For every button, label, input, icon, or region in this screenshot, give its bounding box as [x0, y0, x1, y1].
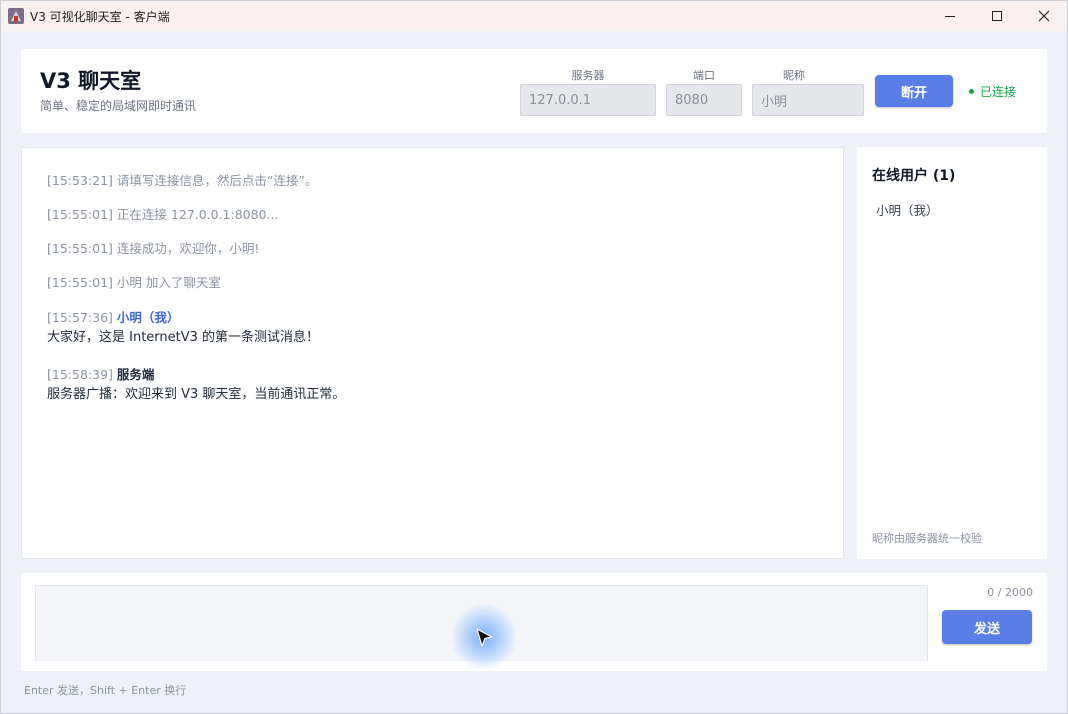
users-footnote: 昵称由服务器统一校验 — [872, 532, 982, 545]
close-button[interactable] — [1020, 1, 1067, 31]
message-time: [15:53:21] — [47, 173, 113, 188]
system-message: [15:55:01] 小明 加入了聊天室 — [47, 272, 221, 291]
title-bar[interactable]: V3 可视化聊天室 - 客户端 — [1, 1, 1067, 31]
app-icon — [8, 8, 24, 24]
send-button[interactable]: 发送 — [942, 610, 1032, 644]
maximize-icon — [991, 11, 1002, 21]
online-users-panel: 在线用户 (1) 小明（我） 昵称由服务器统一校验 — [857, 147, 1047, 559]
message-time: [15:55:01] — [47, 275, 113, 290]
message-text: 连接成功，欢迎你，小明! — [116, 241, 260, 256]
chat-message-body: 服务器广播：欢迎来到 V3 聊天室，当前通讯正常。 — [47, 387, 346, 402]
system-message: [15:55:01] 正在连接 127.0.0.1:8080... — [47, 204, 278, 223]
close-icon — [1038, 10, 1049, 22]
minimize-icon — [944, 15, 955, 17]
nickname-label: 昵称 — [783, 69, 805, 82]
chat-message-header: [15:58:39] 服务端 — [47, 364, 154, 383]
message-text: 小明 加入了聊天室 — [116, 275, 221, 290]
message-time: [15:58:39] — [47, 367, 113, 382]
message-time: [15:55:01] — [47, 207, 113, 222]
connection-header: V3 聊天室 简单、稳定的局域网即时通讯 服务器 端口 昵称 断开 已连接 — [21, 49, 1047, 133]
message-log[interactable]: [15:53:21] 请填写连接信息，然后点击“连接”。 [15:55:01] … — [21, 147, 844, 559]
status-text: 已连接 — [980, 85, 1017, 99]
composer: 0 / 2000 发送 — [21, 573, 1047, 671]
chat-client-window: V3 可视化聊天室 - 客户端 V3 聊天室 简单、稳定的局域网即时通讯 服务器… — [0, 0, 1068, 714]
message-sender: 服务端 — [116, 367, 155, 382]
message-text: 请填写连接信息，然后点击“连接”。 — [116, 173, 318, 188]
mouse-pointer-icon — [476, 628, 493, 647]
connection-status: 已连接 — [969, 83, 1016, 100]
message-time: [15:57:36] — [47, 310, 113, 325]
server-input[interactable] — [520, 84, 656, 116]
system-message: [15:53:21] 请填写连接信息，然后点击“连接”。 — [47, 170, 317, 189]
window-controls — [926, 1, 1067, 31]
window-title: V3 可视化聊天室 - 客户端 — [30, 9, 170, 24]
system-message: [15:55:01] 连接成功，欢迎你，小明! — [47, 238, 259, 257]
message-text: 正在连接 127.0.0.1:8080... — [116, 207, 279, 222]
online-users-title: 在线用户 (1) — [872, 168, 956, 184]
page-title: V3 聊天室 — [40, 69, 142, 93]
chat-message-body: 大家好，这是 InternetV3 的第一条测试消息！ — [47, 330, 320, 345]
port-label: 端口 — [693, 69, 715, 82]
disconnect-button[interactable]: 断开 — [875, 75, 953, 107]
status-dot-icon — [969, 89, 974, 94]
maximize-button[interactable] — [973, 1, 1020, 31]
minimize-button[interactable] — [926, 1, 973, 31]
port-input[interactable] — [666, 84, 742, 116]
user-list-item[interactable]: 小明（我） — [876, 200, 939, 219]
server-label: 服务器 — [571, 69, 605, 82]
message-time: [15:55:01] — [47, 241, 113, 256]
char-count: 0 / 2000 — [987, 586, 1033, 599]
message-sender: 小明（我） — [116, 310, 180, 325]
page-subtitle: 简单、稳定的局域网即时通讯 — [40, 99, 197, 113]
chat-message-header: [15:57:36] 小明（我） — [47, 307, 179, 326]
keyboard-hint: Enter 发送，Shift + Enter 换行 — [24, 684, 187, 697]
nickname-input[interactable] — [752, 84, 864, 116]
